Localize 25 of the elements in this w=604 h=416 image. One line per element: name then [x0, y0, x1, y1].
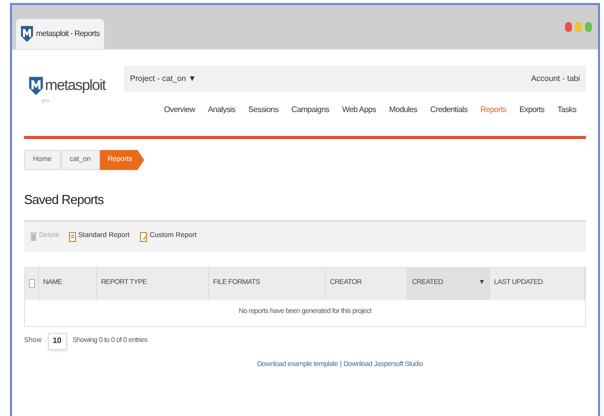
nav-tab[interactable]: Campaigns	[291, 104, 330, 116]
select-all-checkbox[interactable]	[28, 279, 34, 288]
nav-tab[interactable]: Modules	[389, 104, 418, 116]
nav-tab[interactable]: Web Apps	[342, 104, 376, 116]
nav-tab[interactable]: Overview	[164, 104, 195, 116]
close-icon[interactable]	[565, 22, 572, 32]
page-size-field[interactable]: 10	[48, 332, 67, 350]
trash-icon	[30, 232, 37, 241]
account-menu[interactable]: Account - tabi	[531, 73, 580, 85]
page-title: Saved Reports	[24, 191, 104, 209]
maximize-icon[interactable]	[585, 22, 592, 32]
logo-wordmark: metasploit	[45, 76, 106, 96]
nav-tab[interactable]: Credentials	[430, 104, 468, 116]
shield-logo-icon	[28, 74, 44, 98]
minimize-icon[interactable]	[575, 22, 582, 32]
shield-logo-icon	[20, 25, 34, 43]
nav-tab[interactable]: Tasks	[557, 104, 576, 116]
tab-title: metasploit - Reports	[36, 28, 100, 40]
document-icon	[69, 232, 76, 242]
document-edit-icon	[140, 232, 148, 242]
nav-tab[interactable]: Exports	[519, 104, 544, 116]
nav-tab[interactable]: Analysis	[208, 104, 236, 116]
browser-tab[interactable]: metasploit - Reports	[16, 19, 104, 49]
nav-tab[interactable]: Sessions	[248, 104, 278, 116]
project-selector[interactable]: Project - cat_on ▼	[130, 73, 196, 85]
